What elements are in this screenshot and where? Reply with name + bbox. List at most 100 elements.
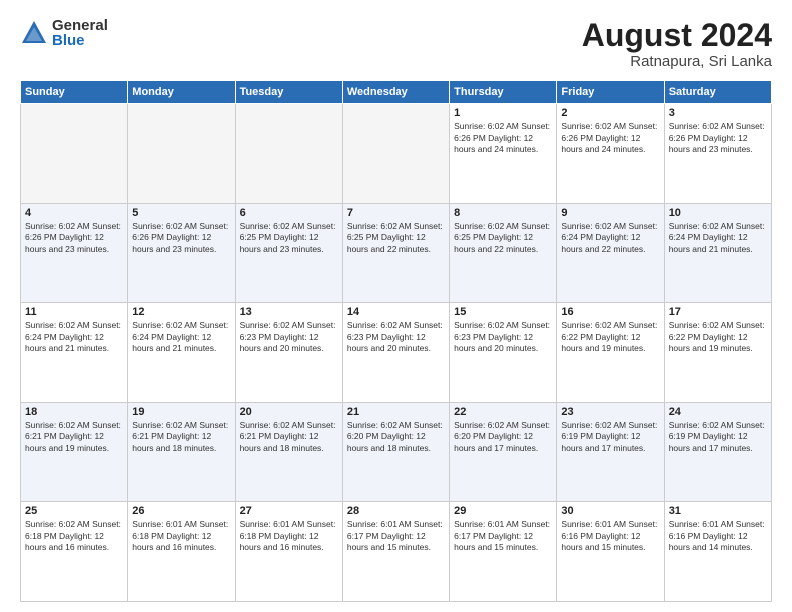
day-info: Sunrise: 6:02 AM Sunset: 6:23 PM Dayligh… [454,320,552,354]
day-info: Sunrise: 6:01 AM Sunset: 6:18 PM Dayligh… [240,519,338,553]
day-number: 27 [240,505,338,517]
day-info: Sunrise: 6:02 AM Sunset: 6:19 PM Dayligh… [669,420,767,454]
day-number: 18 [25,406,123,418]
day-number: 13 [240,306,338,318]
day-info: Sunrise: 6:02 AM Sunset: 6:23 PM Dayligh… [240,320,338,354]
day-info: Sunrise: 6:01 AM Sunset: 6:17 PM Dayligh… [347,519,445,553]
table-row: 4 Sunrise: 6:02 AM Sunset: 6:26 PM Daylig… [21,203,128,303]
table-row: 7 Sunrise: 6:02 AM Sunset: 6:25 PM Daylig… [342,203,449,303]
table-row: 5Sunrise: 6:02 AM Sunset: 6:26 PM Daylig… [128,203,235,303]
day-info: Sunrise: 6:02 AM Sunset: 6:24 PM Dayligh… [669,221,767,255]
day-info: Sunrise: 6:02 AM Sunset: 6:26 PM Dayligh… [132,221,230,255]
day-info: Sunrise: 6:02 AM Sunset: 6:20 PM Dayligh… [347,420,445,454]
day-info: Sunrise: 6:02 AM Sunset: 6:19 PM Dayligh… [561,420,659,454]
col-tuesday: Tuesday [235,81,342,104]
table-row: 24 Sunrise: 6:02 AM Sunset: 6:19 PM Dayli… [664,402,771,502]
logo-blue: Blue [52,33,108,48]
day-number: 11 [25,306,123,318]
logo-general: General [52,18,108,33]
day-number: 31 [669,505,767,517]
day-number: 1 [454,107,552,119]
day-info: Sunrise: 6:02 AM Sunset: 6:20 PM Dayligh… [454,420,552,454]
day-info: Sunrise: 6:02 AM Sunset: 6:18 PM Dayligh… [25,519,123,553]
table-row: 17Sunrise: 6:02 AM Sunset: 6:22 PM Dayli… [664,303,771,403]
day-number: 7 [347,207,445,219]
table-row [342,104,449,204]
day-number: 12 [132,306,230,318]
day-info: Sunrise: 6:02 AM Sunset: 6:25 PM Dayligh… [240,221,338,255]
day-info: Sunrise: 6:01 AM Sunset: 6:16 PM Dayligh… [669,519,767,553]
day-number: 4 [25,207,123,219]
col-monday: Monday [128,81,235,104]
subtitle: Ratnapura, Sri Lanka [582,53,772,70]
table-row: 21 Sunrise: 6:02 AM Sunset: 6:20 PM Dayli… [342,402,449,502]
table-row: 10 Sunrise: 6:02 AM Sunset: 6:24 PM Dayli… [664,203,771,303]
title-block: August 2024 Ratnapura, Sri Lanka [582,18,772,70]
header-row: Sunday Monday Tuesday Wednesday Thursday… [21,81,772,104]
calendar-week-4: 18 Sunrise: 6:02 AM Sunset: 6:21 PM Dayli… [21,402,772,502]
table-row: 11 Sunrise: 6:02 AM Sunset: 6:24 PM Dayli… [21,303,128,403]
day-info: Sunrise: 6:02 AM Sunset: 6:25 PM Dayligh… [454,221,552,255]
day-number: 10 [669,207,767,219]
day-info: Sunrise: 6:02 AM Sunset: 6:25 PM Dayligh… [347,221,445,255]
table-row: 25Sunrise: 6:02 AM Sunset: 6:18 PM Dayli… [21,502,128,602]
main-title: August 2024 [582,18,772,53]
day-info: Sunrise: 6:02 AM Sunset: 6:21 PM Dayligh… [240,420,338,454]
day-info: Sunrise: 6:02 AM Sunset: 6:26 PM Dayligh… [25,221,123,255]
col-wednesday: Wednesday [342,81,449,104]
table-row: 8Sunrise: 6:02 AM Sunset: 6:25 PM Daylig… [450,203,557,303]
day-number: 17 [669,306,767,318]
day-number: 3 [669,107,767,119]
day-info: Sunrise: 6:02 AM Sunset: 6:21 PM Dayligh… [25,420,123,454]
table-row: 30Sunrise: 6:01 AM Sunset: 6:16 PM Dayli… [557,502,664,602]
table-row: 20Sunrise: 6:02 AM Sunset: 6:21 PM Dayli… [235,402,342,502]
col-friday: Friday [557,81,664,104]
calendar: Sunday Monday Tuesday Wednesday Thursday… [20,80,772,602]
day-info: Sunrise: 6:02 AM Sunset: 6:26 PM Dayligh… [454,121,552,155]
table-row: 22Sunrise: 6:02 AM Sunset: 6:20 PM Dayli… [450,402,557,502]
table-row: 6 Sunrise: 6:02 AM Sunset: 6:25 PM Daylig… [235,203,342,303]
calendar-week-1: 1 Sunrise: 6:02 AM Sunset: 6:26 PM Daylig… [21,104,772,204]
table-row: 23 Sunrise: 6:02 AM Sunset: 6:19 PM Dayli… [557,402,664,502]
logo-icon [20,19,48,47]
table-row: 28Sunrise: 6:01 AM Sunset: 6:17 PM Dayli… [342,502,449,602]
table-row: 15 Sunrise: 6:02 AM Sunset: 6:23 PM Dayli… [450,303,557,403]
calendar-header: Sunday Monday Tuesday Wednesday Thursday… [21,81,772,104]
table-row: 3 Sunrise: 6:02 AM Sunset: 6:26 PM Daylig… [664,104,771,204]
day-number: 16 [561,306,659,318]
day-info: Sunrise: 6:02 AM Sunset: 6:23 PM Dayligh… [347,320,445,354]
day-info: Sunrise: 6:01 AM Sunset: 6:18 PM Dayligh… [132,519,230,553]
day-info: Sunrise: 6:02 AM Sunset: 6:24 PM Dayligh… [561,221,659,255]
day-info: Sunrise: 6:01 AM Sunset: 6:17 PM Dayligh… [454,519,552,553]
day-info: Sunrise: 6:02 AM Sunset: 6:21 PM Dayligh… [132,420,230,454]
col-saturday: Saturday [664,81,771,104]
table-row: 19 Sunrise: 6:02 AM Sunset: 6:21 PM Dayli… [128,402,235,502]
col-thursday: Thursday [450,81,557,104]
day-number: 9 [561,207,659,219]
day-number: 15 [454,306,552,318]
day-info: Sunrise: 6:02 AM Sunset: 6:24 PM Dayligh… [25,320,123,354]
day-number: 6 [240,207,338,219]
page: General Blue August 2024 Ratnapura, Sri … [0,0,792,612]
header: General Blue August 2024 Ratnapura, Sri … [20,18,772,70]
calendar-week-5: 25Sunrise: 6:02 AM Sunset: 6:18 PM Dayli… [21,502,772,602]
day-info: Sunrise: 6:02 AM Sunset: 6:26 PM Dayligh… [669,121,767,155]
day-number: 24 [669,406,767,418]
calendar-week-3: 11 Sunrise: 6:02 AM Sunset: 6:24 PM Dayli… [21,303,772,403]
table-row: 1 Sunrise: 6:02 AM Sunset: 6:26 PM Daylig… [450,104,557,204]
table-row: 26Sunrise: 6:01 AM Sunset: 6:18 PM Dayli… [128,502,235,602]
table-row [128,104,235,204]
day-number: 19 [132,406,230,418]
calendar-week-2: 4 Sunrise: 6:02 AM Sunset: 6:26 PM Daylig… [21,203,772,303]
table-row [21,104,128,204]
logo: General Blue [20,18,108,48]
table-row: 16Sunrise: 6:02 AM Sunset: 6:22 PM Dayli… [557,303,664,403]
day-number: 23 [561,406,659,418]
day-number: 2 [561,107,659,119]
day-number: 14 [347,306,445,318]
table-row: 27 Sunrise: 6:01 AM Sunset: 6:18 PM Dayli… [235,502,342,602]
day-info: Sunrise: 6:02 AM Sunset: 6:24 PM Dayligh… [132,320,230,354]
day-number: 21 [347,406,445,418]
table-row [235,104,342,204]
table-row: 18 Sunrise: 6:02 AM Sunset: 6:21 PM Dayli… [21,402,128,502]
